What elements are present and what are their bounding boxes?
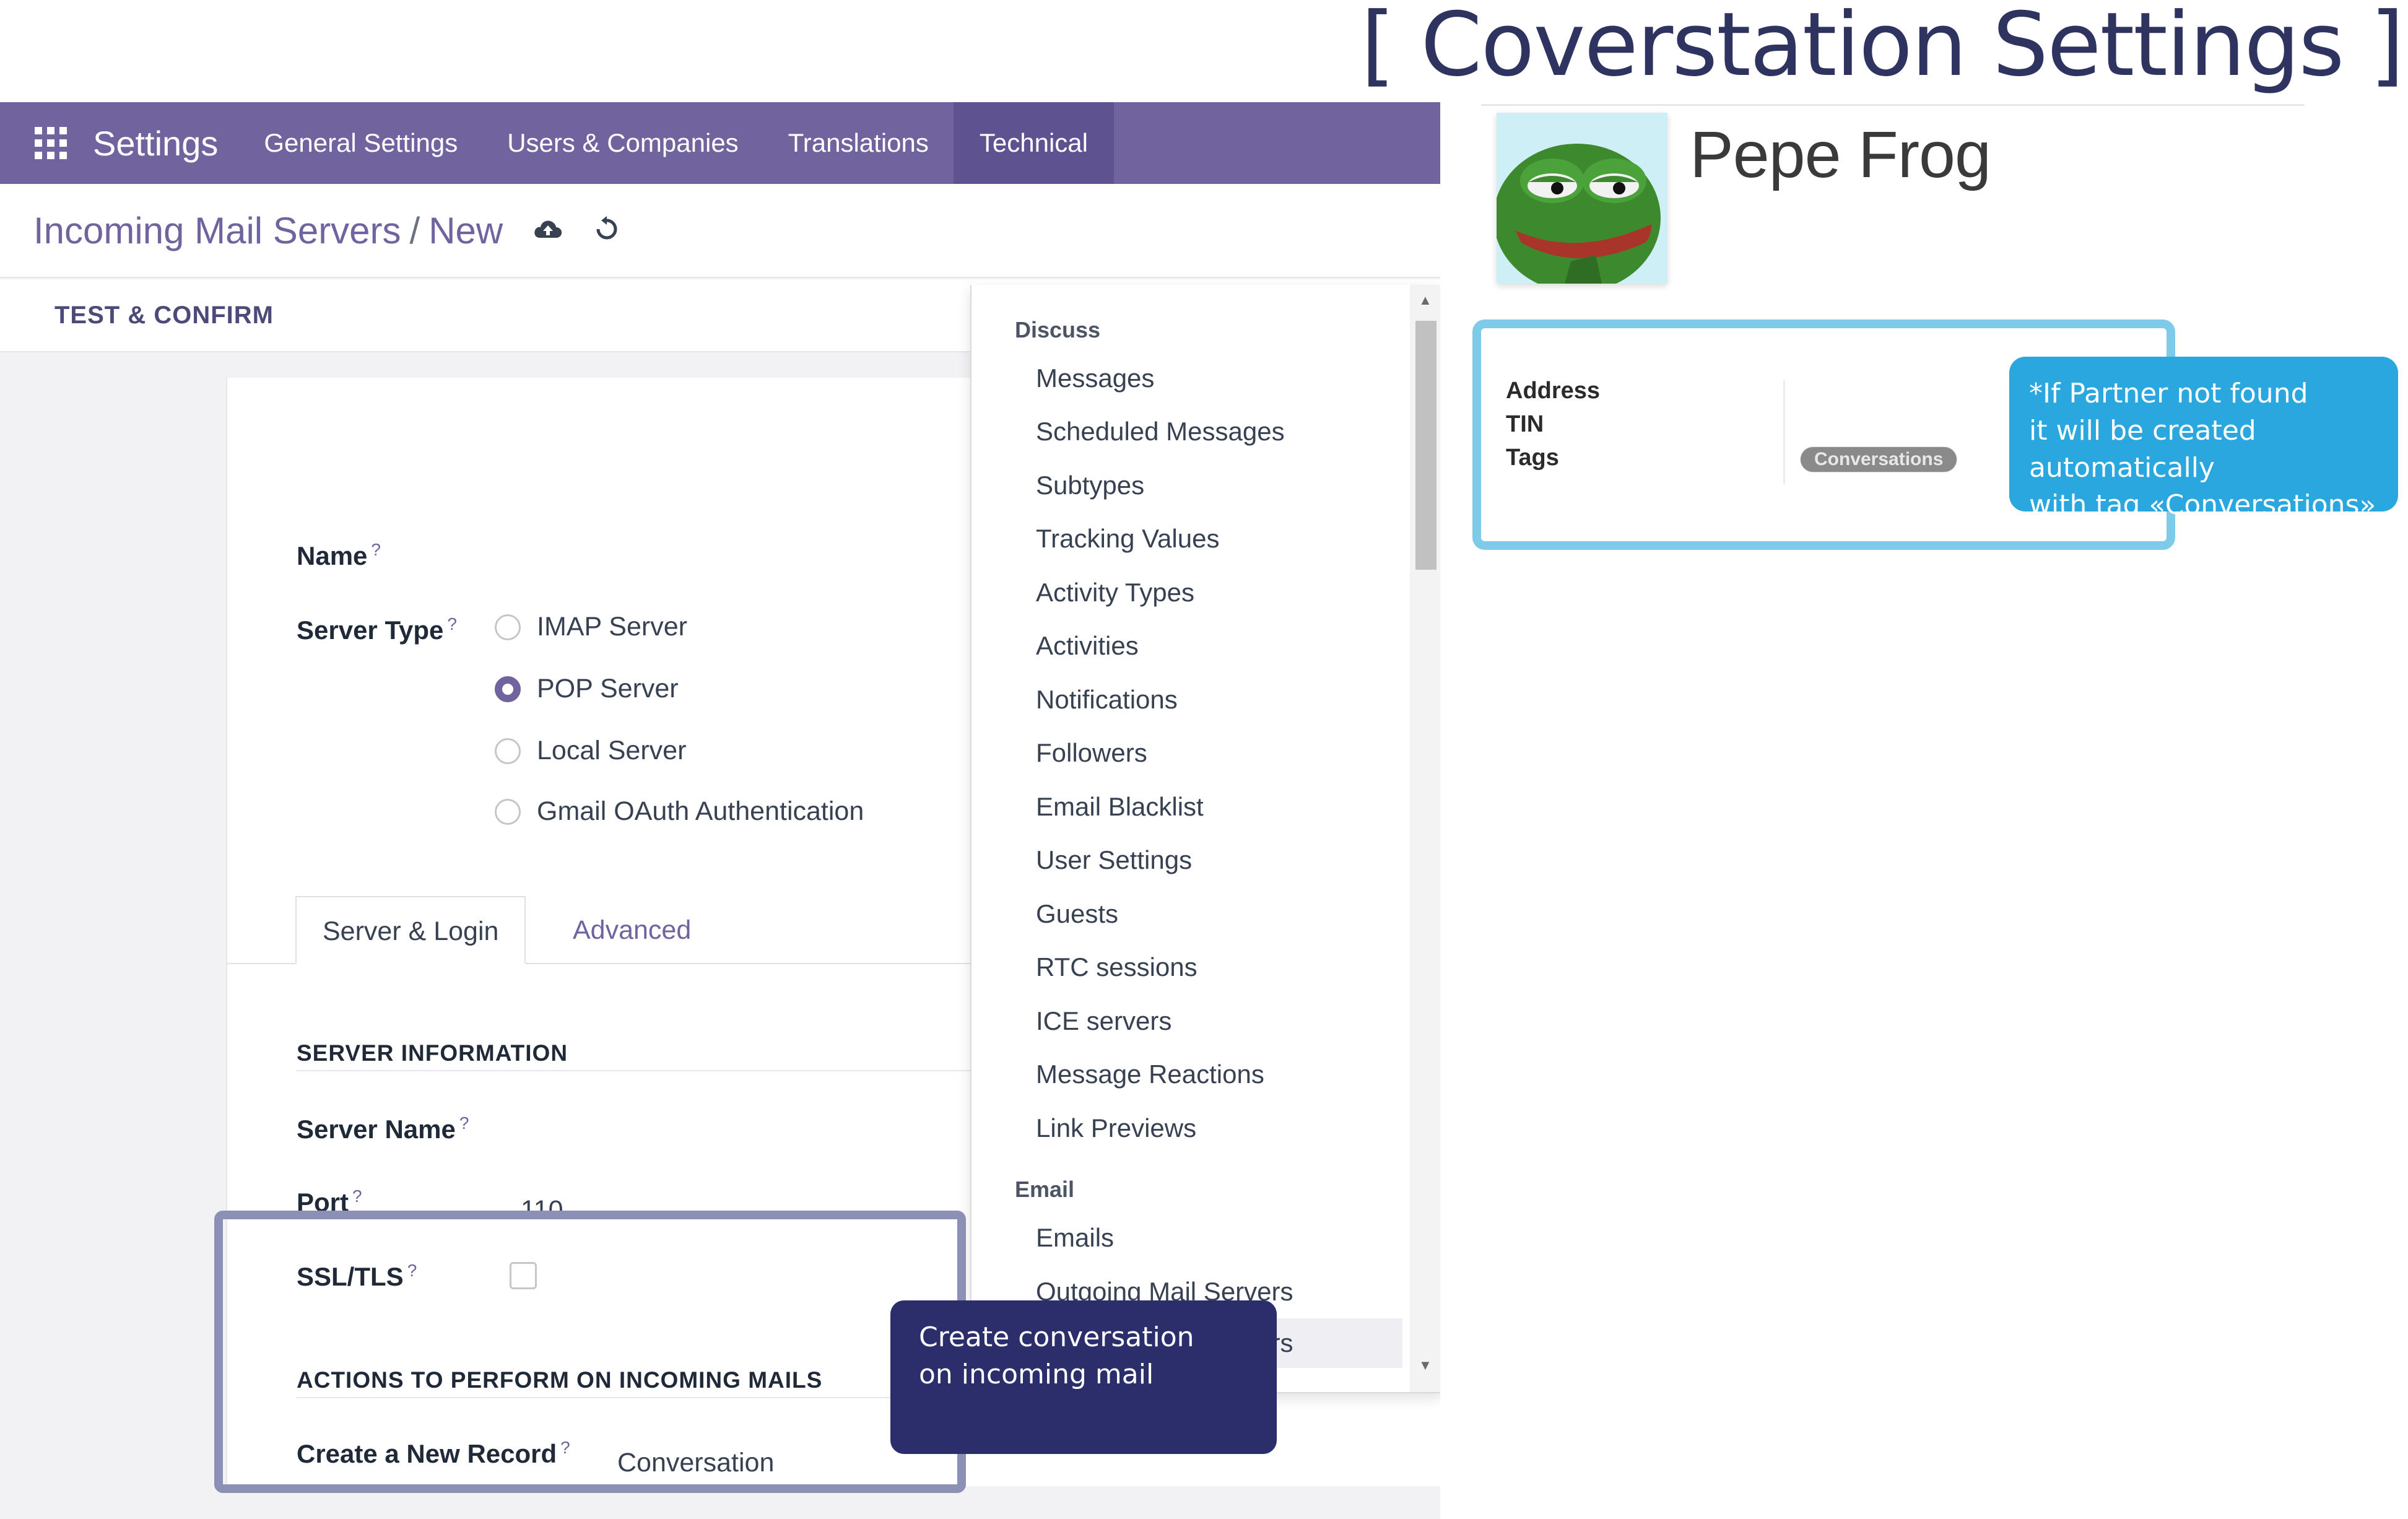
menu-item-notifications[interactable]: Notifications — [1036, 685, 1178, 715]
field-name-label: Name? — [297, 540, 381, 571]
help-mark[interactable]: ? — [459, 1113, 469, 1133]
page-heading: [ Coverstation Settings ] — [1360, 0, 2404, 96]
menu-item-activities[interactable]: Activities — [1036, 631, 1139, 661]
radio-label: IMAP Server — [537, 612, 687, 642]
menu-item-message-reactions[interactable]: Message Reactions — [1036, 1060, 1264, 1089]
radio-local-server[interactable]: Local Server — [495, 736, 686, 766]
field-server-type-text: Server Type — [297, 616, 444, 645]
menu-technical[interactable]: Technical — [953, 102, 1114, 184]
field-server-type-label: Server Type? — [297, 614, 457, 645]
info-divider — [1783, 380, 1785, 484]
breadcrumb-parent[interactable]: Incoming Mail Servers — [33, 210, 401, 251]
menu-users-companies[interactable]: Users & Companies — [482, 102, 763, 184]
radio-pop-server[interactable]: POP Server — [495, 674, 679, 704]
dropdown-section-email: Email — [1015, 1177, 1075, 1202]
apps-grid-icon[interactable] — [35, 127, 67, 159]
actions-highlight-frame — [214, 1211, 966, 1493]
app-name[interactable]: Settings — [93, 123, 218, 163]
breadcrumb-current: New — [428, 209, 503, 251]
help-mark[interactable]: ? — [371, 540, 381, 559]
menu-item-subtypes[interactable]: Subtypes — [1036, 471, 1144, 500]
scroll-down-icon[interactable]: ▼ — [1419, 1357, 1432, 1373]
tab-server-login[interactable]: Server & Login — [295, 896, 526, 964]
top-navbar: Settings General Settings Users & Compan… — [0, 102, 1440, 184]
breadcrumb-separator: / — [409, 209, 420, 251]
technical-dropdown-menu: Discuss Messages Scheduled Messages Subt… — [970, 285, 1440, 1393]
menu-item-ice-servers[interactable]: ICE servers — [1036, 1006, 1171, 1036]
field-server-name-text: Server Name — [297, 1115, 456, 1144]
tin-label: TIN — [1506, 411, 1544, 437]
menu-item-emails[interactable]: Emails — [1036, 1223, 1114, 1253]
callout-line: it will be created automatically — [2029, 415, 2256, 484]
menu-item-link-previews[interactable]: Link Previews — [1036, 1113, 1196, 1143]
breadcrumb: Incoming Mail Servers / New — [33, 209, 503, 252]
radio-button[interactable] — [495, 676, 521, 702]
radio-label: Local Server — [537, 736, 687, 765]
menu-item-tracking-values[interactable]: Tracking Values — [1036, 524, 1219, 554]
callout-line: *If Partner not found — [2029, 378, 2308, 409]
discard-undo-icon[interactable] — [593, 215, 620, 246]
menu-item-activity-types[interactable]: Activity Types — [1036, 578, 1194, 607]
tag-conversations[interactable]: Conversations — [1801, 447, 1957, 472]
partner-avatar — [1497, 113, 1667, 284]
field-name-text: Name — [297, 541, 368, 570]
scroll-up-icon[interactable]: ▲ — [1419, 292, 1432, 308]
menu-item-messages[interactable]: Messages — [1036, 363, 1154, 393]
help-mark[interactable]: ? — [447, 614, 457, 633]
menu-item-followers[interactable]: Followers — [1036, 738, 1147, 768]
dropdown-section-discuss: Discuss — [1015, 317, 1101, 342]
menu-item-scheduled-messages[interactable]: Scheduled Messages — [1036, 417, 1285, 446]
callout-line: on incoming mail — [919, 1359, 1154, 1390]
menu-item-rtc-sessions[interactable]: RTC sessions — [1036, 952, 1197, 982]
callout-create-conversation: Create conversation on incoming mail — [890, 1300, 1277, 1454]
radio-button[interactable] — [495, 798, 521, 825]
radio-label: POP Server — [537, 674, 679, 703]
radio-gmail-oauth[interactable]: Gmail OAuth Authentication — [495, 796, 864, 827]
menu-item-user-settings[interactable]: User Settings — [1036, 845, 1192, 875]
radio-imap-server[interactable]: IMAP Server — [495, 612, 687, 642]
help-mark[interactable]: ? — [352, 1186, 362, 1206]
menu-item-email-blacklist[interactable]: Email Blacklist — [1036, 792, 1204, 822]
radio-button[interactable] — [495, 614, 521, 640]
field-server-name-label: Server Name? — [297, 1113, 469, 1144]
radio-button[interactable] — [495, 738, 521, 764]
section-server-information: SERVER INFORMATION — [297, 1040, 568, 1066]
callout-line: with tag «Conversations» — [2029, 489, 2376, 521]
address-label: Address — [1506, 378, 1601, 404]
menu-translations[interactable]: Translations — [763, 102, 954, 184]
dropdown-scrollbar[interactable]: ▲ ▼ — [1410, 285, 1440, 1392]
partner-card: Pepe Frog — [1482, 105, 2305, 297]
test-confirm-button[interactable]: TEST & CONFIRM — [54, 302, 274, 329]
cloud-upload-icon[interactable] — [532, 217, 563, 245]
radio-label: Gmail OAuth Authentication — [537, 796, 864, 826]
tab-advanced[interactable]: Advanced — [547, 896, 717, 964]
tags-label: Tags — [1506, 445, 1559, 471]
callout-line: Create conversation — [919, 1321, 1194, 1353]
callout-partner-not-found: *If Partner not found it will be created… — [2009, 357, 2398, 521]
menu-item-guests[interactable]: Guests — [1036, 899, 1118, 929]
scrollbar-thumb[interactable] — [1415, 321, 1437, 570]
control-panel: Incoming Mail Servers / New — [0, 184, 1440, 278]
partner-name: Pepe Frog — [1690, 118, 1991, 191]
menu-general-settings[interactable]: General Settings — [239, 102, 482, 184]
